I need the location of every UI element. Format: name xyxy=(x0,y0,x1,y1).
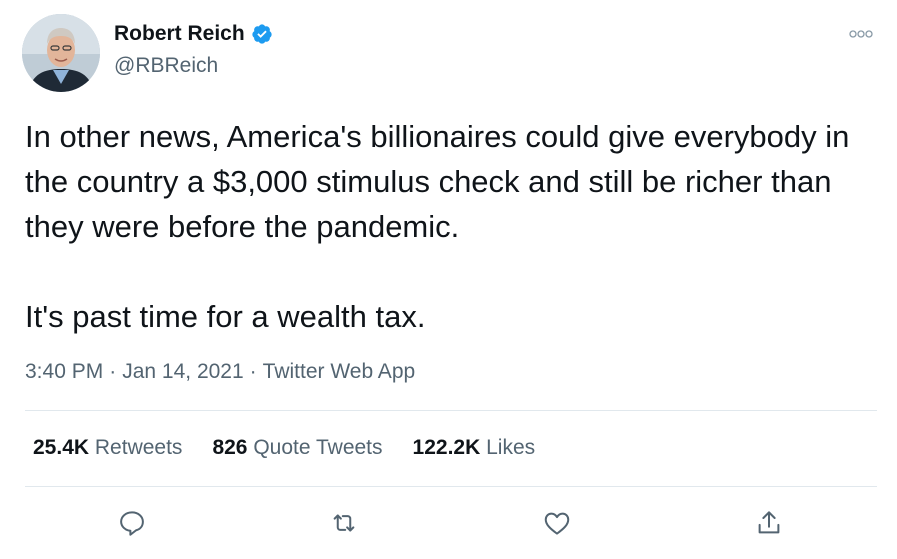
likes-count: 122.2K xyxy=(412,436,481,459)
tweet-time[interactable]: 3:40 PM xyxy=(25,360,103,383)
tweet-metadata: 3:40 PM · Jan 14, 2021 · Twitter Web App xyxy=(25,360,415,384)
quote-tweets-label: Quote Tweets xyxy=(253,436,383,459)
retweet-icon[interactable] xyxy=(326,505,362,541)
separator: · xyxy=(109,360,117,383)
tweet-date[interactable]: Jan 14, 2021 xyxy=(122,360,243,383)
share-icon[interactable] xyxy=(751,505,787,541)
tweet-actions-bar xyxy=(0,505,897,541)
engagement-stats: 25.4K Retweets 826 Quote Tweets 122.2K L… xyxy=(33,436,535,460)
avatar[interactable] xyxy=(22,14,100,92)
tweet-source[interactable]: Twitter Web App xyxy=(263,360,416,383)
retweets-stat[interactable]: 25.4K Retweets xyxy=(33,436,182,460)
quote-tweets-count: 826 xyxy=(212,436,248,459)
like-icon[interactable] xyxy=(539,505,575,541)
likes-stat[interactable]: 122.2K Likes xyxy=(413,436,536,460)
divider xyxy=(25,410,877,411)
tweet-paragraph: It's past time for a wealth tax. xyxy=(25,299,426,334)
likes-label: Likes xyxy=(486,436,536,459)
tweet-card: Robert Reich @RBReich In other news, Ame… xyxy=(0,0,897,559)
retweets-label: Retweets xyxy=(94,436,183,459)
separator: · xyxy=(249,360,257,383)
author-handle[interactable]: @RBReich xyxy=(114,54,218,78)
quote-tweets-stat[interactable]: 826 Quote Tweets xyxy=(212,436,382,460)
tweet-paragraph: In other news, America's billionaires co… xyxy=(25,119,850,244)
avatar-image xyxy=(22,14,100,92)
more-options-icon[interactable] xyxy=(847,22,875,46)
verified-badge-icon xyxy=(251,23,273,45)
reply-icon[interactable] xyxy=(114,505,150,541)
author-display-name[interactable]: Robert Reich xyxy=(114,22,245,46)
tweet-text: In other news, America's billionaires co… xyxy=(25,114,875,339)
author-name-row: Robert Reich xyxy=(114,22,273,46)
retweets-count: 25.4K xyxy=(33,436,90,459)
divider xyxy=(25,486,877,487)
